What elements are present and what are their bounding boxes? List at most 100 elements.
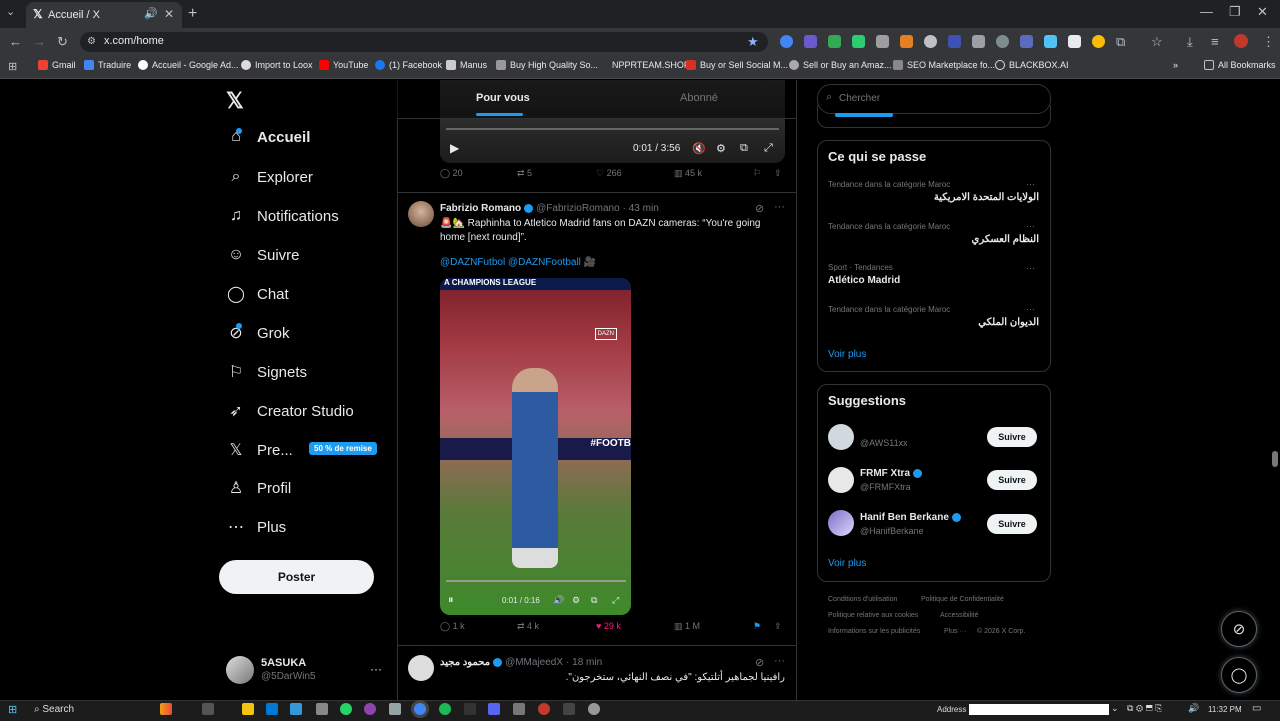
edge-icon[interactable] [290, 703, 302, 715]
video-progress-bar[interactable] [446, 128, 779, 130]
maximize-icon[interactable]: ❐ [1229, 4, 1241, 20]
trend-name[interactable]: Atlético Madrid [828, 275, 900, 286]
tweet-time[interactable]: · 43 min [623, 203, 659, 214]
app-circle-icon[interactable] [588, 703, 600, 715]
footer-accessibility[interactable]: Accessibilité [940, 612, 979, 619]
settings-icon[interactable]: ⚙ [572, 595, 580, 606]
suggestion-handle[interactable]: @AWS11xx [860, 438, 908, 448]
whatsapp-icon[interactable] [340, 703, 352, 715]
forward-icon[interactable]: → [33, 34, 46, 49]
widgets-icon[interactable] [160, 703, 172, 715]
mute-icon[interactable]: 🔇 [692, 142, 706, 155]
fullscreen-icon[interactable]: ⤢ [764, 142, 773, 155]
volume-icon[interactable]: 🔊 [553, 595, 564, 606]
trend-name[interactable]: الولايات المتحدة الامريكية [828, 192, 1039, 203]
bookmark-google-ads[interactable]: Accueil - Google Ad... [138, 60, 239, 70]
extension-14-icon[interactable] [1092, 35, 1105, 48]
notifications-tray-icon[interactable]: ▭ [1252, 703, 1261, 714]
post-button[interactable]: Poster [219, 560, 374, 594]
close-window-icon[interactable]: ✕ [1257, 4, 1268, 20]
trends-see-more[interactable]: Voir plus [828, 349, 866, 360]
nav-item-more[interactable]: ⋯ Plus [227, 518, 286, 537]
file-explorer-icon[interactable] [242, 703, 254, 715]
trend-more-icon[interactable]: ··· [1026, 304, 1035, 314]
grok-analyze-icon[interactable]: ⊘ [755, 656, 764, 669]
extension-2-icon[interactable] [804, 35, 817, 48]
tab-for-you[interactable]: Pour vous [476, 92, 530, 104]
extension-8-icon[interactable] [948, 35, 961, 48]
views-action[interactable]: ▥ 1 M [674, 621, 700, 632]
extension-4-icon[interactable] [852, 35, 865, 48]
grok-analyze-icon[interactable]: ⊘ [755, 202, 764, 215]
suggestion-avatar[interactable] [828, 424, 854, 450]
play-icon[interactable]: ▶ [450, 141, 459, 155]
nav-item-bookmarks[interactable]: ⚐ Signets [227, 363, 307, 382]
suggestion-name[interactable]: Hanif Ben Berkane [860, 512, 949, 523]
suggestion-avatar[interactable] [828, 510, 854, 536]
messages-fab-icon[interactable]: ◯ [1221, 657, 1257, 693]
tweet-more-icon[interactable]: ··· [774, 655, 785, 667]
extension-6-icon[interactable] [900, 35, 913, 48]
tweet-more-icon[interactable]: ··· [774, 201, 785, 213]
extension-10-icon[interactable] [996, 35, 1009, 48]
extension-7-icon[interactable] [924, 35, 937, 48]
tweet-author-handle[interactable]: @FabrizioRomano [536, 203, 620, 214]
url-text[interactable]: x.com/home [104, 35, 164, 47]
tweet-mentions[interactable]: @DAZNFutbol @DAZNFootball 🎥 [440, 257, 596, 268]
nav-item-profile[interactable]: ♙ Profil [227, 479, 291, 498]
tweet-time[interactable]: · 18 min [566, 657, 602, 668]
video-progress-bar[interactable] [446, 580, 626, 582]
footer-ads-info[interactable]: Informations sur les publicités [828, 628, 920, 635]
bookmark-gmail[interactable]: Gmail [38, 60, 76, 70]
profile-avatar-icon[interactable] [1234, 34, 1248, 48]
like-action[interactable]: ♥ 29 k [596, 621, 621, 631]
share-action[interactable]: ⇪ [774, 168, 782, 179]
user-display-name[interactable]: 5ASUKA [261, 657, 306, 669]
bookmark-sell-buy-amazon[interactable]: Sell or Buy an Amaz... [789, 60, 892, 70]
tweet-author-name[interactable]: Fabrizio Romano [440, 203, 521, 214]
bookmark-npprteam[interactable]: NPPRTEAM.SHOP [612, 60, 690, 70]
account-menu-icon[interactable]: ··· [370, 662, 382, 676]
apps-grid-icon[interactable]: ⊞ [8, 60, 17, 73]
tweet-author-handle[interactable]: @MMajeedX [505, 657, 563, 668]
tab-audio-icon[interactable]: 🔊 [144, 7, 158, 20]
suggestions-see-more[interactable]: Voir plus [828, 558, 866, 569]
volume-tray-icon[interactable]: 🔊 [1188, 703, 1199, 714]
app-dark-icon[interactable] [563, 703, 575, 715]
nav-item-creator-studio[interactable]: ➶ Creator Studio [227, 402, 353, 421]
chrome-icon[interactable] [414, 703, 426, 715]
tab-list-icon[interactable]: ⌄ [6, 5, 15, 18]
reply-action[interactable]: ◯ 20 [440, 168, 463, 179]
nav-item-notifications[interactable]: ♫ Notifications [227, 207, 339, 225]
fullscreen-icon[interactable]: ⤢ [612, 595, 619, 606]
app-folder-icon[interactable] [513, 703, 525, 715]
site-info-icon[interactable]: ⚙ [87, 36, 96, 47]
bookmark-seo-marketplace[interactable]: SEO Marketplace fo... [893, 60, 995, 70]
trend-more-icon[interactable]: ··· [1026, 179, 1035, 189]
reply-action[interactable]: ◯ 1 k [440, 621, 465, 632]
follow-button[interactable]: Suivre [987, 427, 1037, 447]
clock[interactable]: 11:32 PM [1208, 705, 1242, 714]
share-action[interactable]: ⇪ [774, 621, 782, 632]
nav-item-chat[interactable]: ◯ Chat [227, 285, 289, 304]
address-dropdown-icon[interactable]: ⌄ [1111, 703, 1119, 714]
search-input[interactable]: Chercher [839, 93, 880, 104]
new-tab-icon[interactable]: + [188, 5, 197, 23]
footer-terms[interactable]: Conditions d'utilisation [828, 596, 897, 603]
more-bookmarks-icon[interactable]: » [1173, 60, 1178, 70]
task-view-icon[interactable] [202, 703, 214, 715]
grok-fab-icon[interactable]: ⊘ [1221, 611, 1257, 647]
trend-name[interactable]: النظام العسكري [828, 234, 1040, 245]
bookmark-blackbox[interactable]: BLACKBOX.AI [995, 60, 1069, 70]
trend-more-icon[interactable]: ··· [1026, 263, 1035, 273]
extension-12-icon[interactable] [1044, 35, 1057, 48]
minimize-icon[interactable]: — [1200, 4, 1213, 19]
capcut-icon[interactable] [464, 703, 476, 715]
taskbar-search[interactable]: ⌕ Search [34, 704, 74, 715]
tweet-video[interactable]: A CHAMPIONS LEAGUE DAZN #FOOTB [440, 278, 631, 615]
address-bar[interactable] [80, 32, 768, 52]
bookmark-traduire[interactable]: Traduire [84, 60, 131, 70]
bookmark-buy-sell-social[interactable]: Buy or Sell Social M... [686, 60, 788, 70]
discord-icon[interactable] [488, 703, 500, 715]
x-logo-icon[interactable]: 𝕏 [226, 88, 244, 114]
